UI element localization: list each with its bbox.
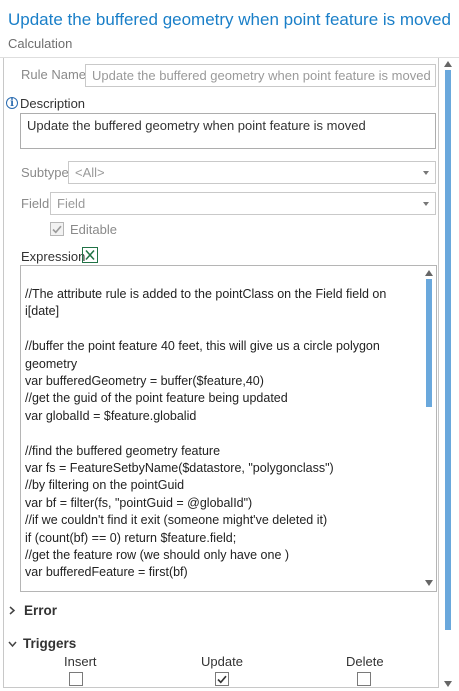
code-line: var bufferedGeometry = buffer($feature,4… xyxy=(25,374,264,389)
rule-name-label: Rule Name xyxy=(21,67,87,82)
code-line: var fs = FeatureSetbyName($datastore, "p… xyxy=(25,461,334,476)
excel-icon[interactable] xyxy=(82,247,98,263)
triggers-section-header[interactable]: Triggers xyxy=(8,636,76,651)
checkmark-icon xyxy=(217,675,227,683)
code-line: var bufferedFeature = first(bf) xyxy=(25,565,188,580)
code-line: var globalId = $feature.globalid xyxy=(25,408,197,423)
trigger-delete-checkbox[interactable] xyxy=(357,672,371,686)
editor-scroll-thumb[interactable] xyxy=(426,279,432,407)
rule-name-input[interactable]: Update the buffered geometry when point … xyxy=(85,64,436,87)
code-line: //by filtering on the pointGuid xyxy=(25,478,185,493)
description-input[interactable]: Update the buffered geometry when point … xyxy=(20,113,436,149)
trigger-insert-checkbox[interactable] xyxy=(69,672,83,686)
scroll-up-arrow-icon[interactable] xyxy=(425,270,433,276)
checkmark-icon xyxy=(52,225,62,233)
scroll-down-arrow-icon[interactable] xyxy=(425,580,433,586)
expression-editor[interactable]: //The attribute rule is added to the poi… xyxy=(20,265,437,592)
scroll-down-arrow-icon[interactable] xyxy=(444,681,452,687)
expression-label: Expression xyxy=(21,249,86,264)
code-line: var bf = filter(fs, "pointGuid = @global… xyxy=(25,495,253,510)
scroll-up-arrow-icon[interactable] xyxy=(444,61,452,67)
field-value: Field xyxy=(57,196,86,211)
description-label: Description xyxy=(20,96,86,111)
panel-scroll-thumb[interactable] xyxy=(445,70,451,630)
chevron-down-icon xyxy=(423,170,429,175)
code-line: //get the feature row (we should only ha… xyxy=(25,548,290,563)
code-line: //if we couldn't find it exit (someone m… xyxy=(25,513,328,528)
editor-scrollbar[interactable] xyxy=(422,266,436,591)
error-section-header[interactable]: Error xyxy=(8,603,57,618)
trigger-update-checkbox[interactable] xyxy=(215,672,229,686)
editable-label: Editable xyxy=(70,222,117,237)
triggers-section-label: Triggers xyxy=(23,636,77,651)
page-subtitle: Calculation xyxy=(8,36,73,51)
info-icon[interactable]: i xyxy=(6,97,18,109)
code-line: //find the buffered geometry feature xyxy=(25,443,221,458)
chevron-down-icon xyxy=(423,201,429,206)
code-line: //get the guid of the point feature bein… xyxy=(25,391,288,406)
code-line: //buffer the point feature 40 feet, this… xyxy=(25,339,384,371)
trigger-insert-label: Insert xyxy=(64,654,97,669)
field-select[interactable]: Field xyxy=(50,192,436,215)
code-line: if (count(bf) == 0) return $feature.fiel… xyxy=(25,530,237,545)
subtype-label: Subtype xyxy=(21,165,69,180)
trigger-update-label: Update xyxy=(201,654,243,669)
expression-code[interactable]: //The attribute rule is added to the poi… xyxy=(25,286,417,591)
chevron-down-icon xyxy=(8,641,17,647)
subtype-select[interactable]: <All> xyxy=(68,161,436,184)
editable-checkbox[interactable] xyxy=(50,222,64,236)
code-line: //The attribute rule is added to the poi… xyxy=(25,287,390,319)
trigger-delete-label: Delete xyxy=(346,654,384,669)
panel-scrollbar[interactable] xyxy=(441,58,456,690)
subtype-value: <All> xyxy=(75,165,105,180)
chevron-right-icon xyxy=(9,606,16,615)
error-section-label: Error xyxy=(24,603,58,618)
field-label: Field xyxy=(21,196,50,211)
page-title: Update the buffered geometry when point … xyxy=(8,10,451,29)
